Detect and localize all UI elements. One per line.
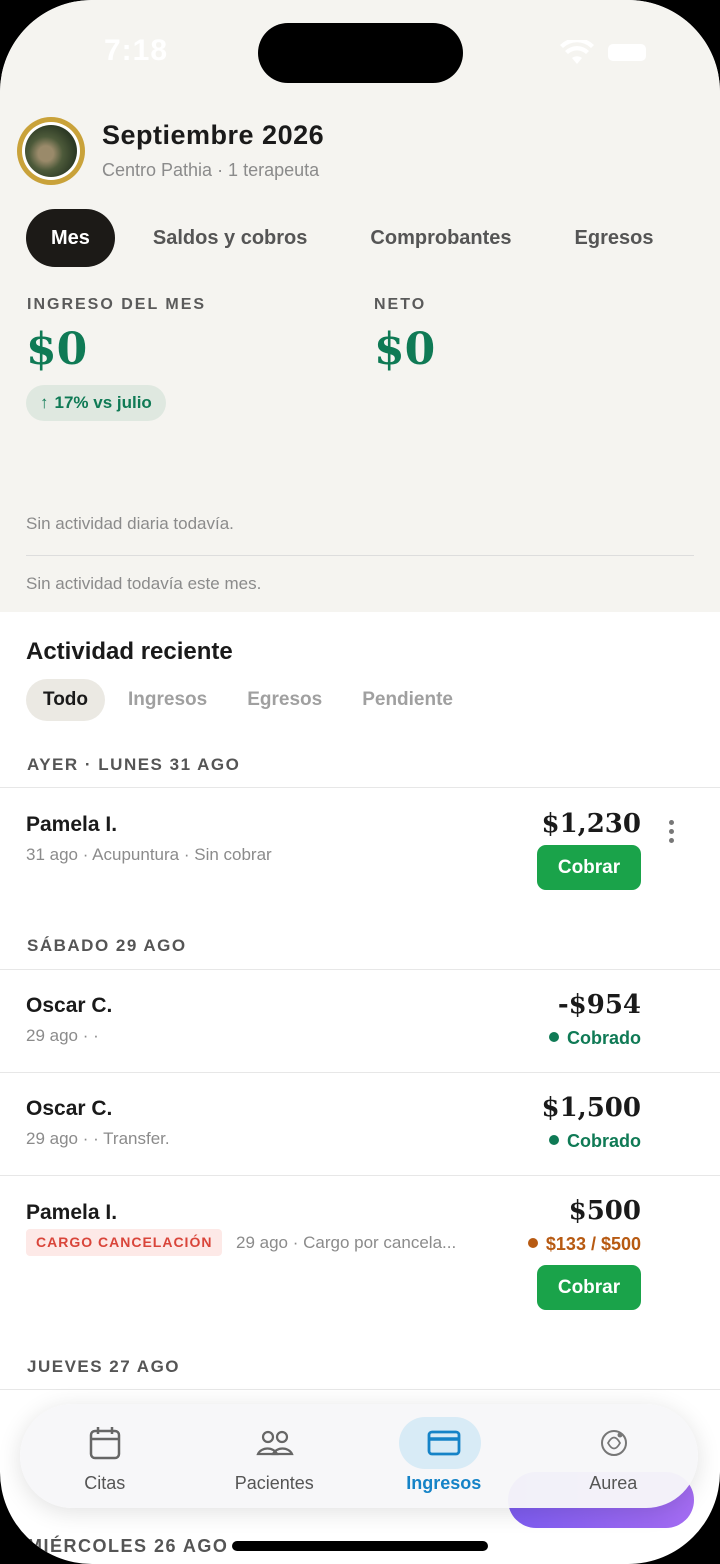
income-change-badge: ↑ 17% vs julio (26, 385, 166, 421)
patient-name: Pamela I. (26, 1201, 118, 1224)
avatar-image (25, 125, 77, 177)
patient-name: Pamela I. (26, 813, 118, 836)
app-screen: 7:18 Septiembre 2026 Centro Pathia · 1 t… (0, 0, 720, 1564)
row-meta: 29 ago · · (26, 1026, 99, 1045)
battery-icon (608, 44, 646, 61)
row-amount: $500 (568, 1196, 641, 1226)
page-title[interactable]: Septiembre 2026 (102, 120, 324, 151)
nav-label: Ingresos (406, 1473, 482, 1493)
section-tabs: Mes Saldos y cobros Comprobantes Egresos (26, 209, 691, 267)
partial-payment-status: $133 / $500 (527, 1234, 641, 1255)
arrow-up-icon: ↑ (40, 393, 49, 412)
filter-pendiente[interactable]: Pendiente (345, 679, 470, 721)
group-label: SÁBADO 29 AGO (27, 936, 187, 955)
status-badge: Cobrado (549, 1028, 641, 1049)
group-label: AYER · LUNES 31 AGO (27, 755, 241, 774)
net-label: NETO (374, 296, 427, 313)
monthly-empty-state: Sin actividad todavía este mes. (26, 574, 262, 593)
divider (0, 787, 720, 788)
status-badge: Cobrado (549, 1131, 641, 1152)
row-amount: -$954 (557, 990, 641, 1020)
wifi-icon (560, 40, 594, 64)
card-icon (427, 1430, 461, 1456)
status-dot-icon (549, 1135, 559, 1146)
row-amount: $1,230 (541, 809, 641, 839)
nav-label: Citas (84, 1473, 126, 1493)
status-dot-icon (527, 1238, 538, 1249)
income-change-text: 17% vs julio (54, 393, 152, 412)
aurea-icon (600, 1430, 627, 1456)
divider (0, 1175, 720, 1176)
patient-name: Oscar C. (26, 994, 113, 1017)
cobrar-button[interactable]: Cobrar (537, 845, 641, 890)
people-icon (255, 1430, 294, 1456)
filter-ingresos[interactable]: Ingresos (111, 679, 224, 721)
group-label: JUEVES 27 AGO (27, 1357, 181, 1376)
nav-item-ingresos[interactable]: Ingresos (359, 1404, 529, 1508)
page-subtitle: Centro Pathia · 1 terapeuta (102, 160, 320, 180)
divider (0, 1072, 720, 1073)
row-amount: $1,500 (541, 1093, 641, 1123)
row-meta: 29 ago · · Transfer. (26, 1129, 170, 1148)
status-text: $133 / $500 (545, 1234, 641, 1254)
cancellation-tag: CARGO CANCELACIÓN (26, 1229, 223, 1256)
nav-item-pacientes[interactable]: Pacientes (190, 1404, 360, 1508)
calendar-icon (89, 1427, 121, 1460)
dynamic-island (258, 23, 463, 83)
nav-item-citas[interactable]: Citas (20, 1404, 190, 1508)
nav-label: Aurea (589, 1473, 638, 1493)
nav-item-aurea[interactable]: Aurea (529, 1404, 699, 1508)
patient-name: Oscar C. (26, 1097, 113, 1120)
tab-saldos-y-cobros[interactable]: Saldos y cobros (128, 209, 333, 267)
nav-label: Pacientes (234, 1473, 314, 1493)
tab-egresos[interactable]: Egresos (550, 209, 679, 267)
divider (26, 555, 694, 556)
row-meta: 29 ago · Cargo por cancela... (236, 1233, 457, 1252)
status-text: Cobrado (567, 1028, 641, 1048)
avatar[interactable] (17, 117, 85, 185)
status-time: 7:18 (104, 34, 169, 67)
income-label: INGRESO DEL MES (27, 296, 207, 313)
group-label: MIÉRCOLES 26 AGO (27, 1536, 229, 1556)
filter-egresos[interactable]: Egresos (230, 679, 339, 721)
more-options-icon[interactable] (666, 820, 676, 844)
divider (0, 969, 720, 970)
tab-comprobantes[interactable]: Comprobantes (345, 209, 536, 267)
filter-todo[interactable]: Todo (26, 679, 106, 721)
row-meta: 31 ago · Acupuntura · Sin cobrar (26, 845, 272, 864)
income-value: $0 (26, 324, 88, 375)
activity-filters: Todo Ingresos Egresos Pendiente (26, 679, 476, 721)
daily-empty-state: Sin actividad diaria todavía. (26, 514, 234, 533)
tab-mes[interactable]: Mes (26, 209, 115, 267)
net-value: $0 (374, 324, 436, 375)
bottom-nav: Citas Pacientes Ingresos Aurea (20, 1404, 698, 1508)
cobrar-button[interactable]: Cobrar (537, 1265, 641, 1310)
home-indicator (232, 1541, 488, 1551)
status-dot-icon (549, 1032, 559, 1043)
activity-title: Actividad reciente (26, 638, 233, 665)
status-text: Cobrado (567, 1131, 641, 1151)
divider (0, 1389, 720, 1390)
